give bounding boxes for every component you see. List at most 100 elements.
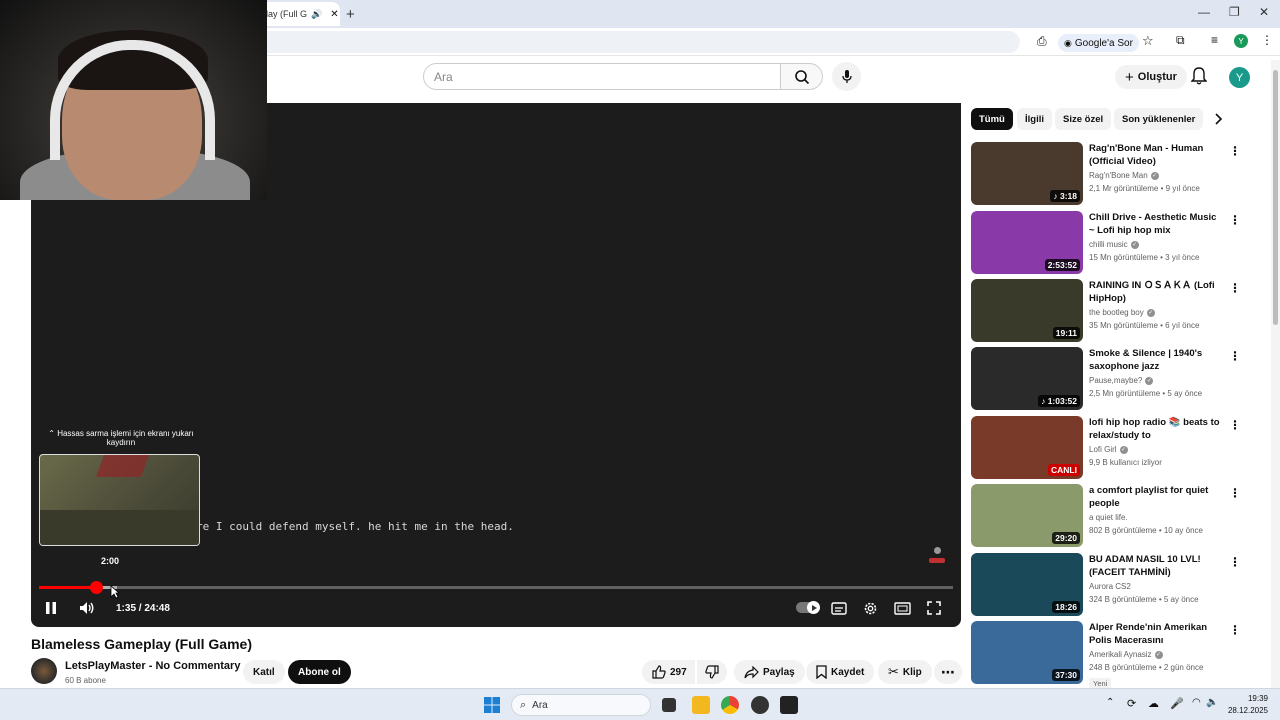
channel-avatar[interactable] — [31, 658, 57, 684]
chip-for-you[interactable]: Size özel — [1055, 108, 1112, 130]
more-horizontal-icon: ⋯ — [941, 663, 955, 680]
recommendation-title[interactable]: Alper Rende'nin Amerikan Polis Macerasın… — [1089, 621, 1221, 648]
subtitles-button[interactable] — [831, 597, 847, 619]
browser-profile-avatar[interactable]: Y — [1234, 34, 1248, 48]
windows-start-icon[interactable] — [484, 697, 500, 718]
volume-button[interactable] — [79, 597, 95, 619]
more-vertical-icon[interactable]: ⋮ — [1229, 349, 1241, 363]
recommendation-item[interactable]: 19:11 RAINING IN ＯＳＡＫＡ (Lofi HipHop) the… — [971, 279, 1251, 343]
more-vertical-icon[interactable]: ⋮ — [1229, 623, 1241, 637]
subscribe-button[interactable]: Abone ol — [288, 660, 351, 684]
notifications-button[interactable] — [1190, 67, 1208, 90]
speaker-icon[interactable]: 🔈 — [1206, 697, 1218, 708]
save-button[interactable]: Kaydet — [806, 660, 875, 684]
video-thumbnail[interactable]: 37:30 — [971, 621, 1083, 684]
video-thumbnail[interactable]: ♪ 3:18 — [971, 142, 1083, 205]
share-button[interactable]: Paylaş — [734, 660, 805, 684]
more-vertical-icon[interactable]: ⋮ — [1229, 281, 1241, 295]
scrollbar[interactable] — [1271, 60, 1280, 688]
more-vertical-icon[interactable]: ⋮ — [1229, 213, 1241, 227]
system-clock[interactable]: 19:39 28.12.2025 — [1224, 693, 1268, 717]
like-button[interactable]: 297 — [642, 660, 695, 684]
video-thumbnail[interactable]: 18:26 — [971, 553, 1083, 616]
address-input[interactable] — [200, 31, 1020, 53]
clip-label: Klip — [902, 666, 922, 678]
search-icon: ⌕ — [520, 698, 527, 711]
progress-bar[interactable] — [39, 586, 953, 589]
chevron-right-icon[interactable] — [1215, 112, 1223, 130]
subtitles-icon — [831, 601, 847, 615]
chip-all[interactable]: Tümü — [971, 108, 1013, 130]
video-thumbnail[interactable]: ♪ 1:03:52 — [971, 347, 1083, 410]
cloud-icon[interactable]: ☁ — [1148, 697, 1159, 710]
task-view-icon[interactable] — [662, 698, 676, 712]
video-thumbnail[interactable]: 29:20 — [971, 484, 1083, 547]
pause-button[interactable] — [45, 597, 57, 619]
search-input[interactable]: Ara — [423, 63, 781, 90]
browser-menu-icon[interactable]: ⋮ — [1261, 33, 1273, 47]
new-tab-button[interactable]: + — [346, 6, 355, 23]
browser-tab[interactable]: lay (Full G 🔊 ✕ — [258, 2, 340, 26]
microphone-icon[interactable]: 🎤 — [1170, 697, 1184, 710]
chevron-up-icon[interactable]: ⌃ — [1106, 697, 1114, 708]
recommendation-item[interactable]: CANLI lofi hip hop radio 📚 beats to rela… — [971, 416, 1251, 480]
app-icon[interactable] — [751, 696, 769, 714]
file-explorer-icon[interactable] — [692, 696, 710, 714]
recommendation-item[interactable]: 29:20 a comfort playlist for quiet peopl… — [971, 484, 1251, 548]
restore-icon[interactable]: ❐ — [1229, 5, 1240, 19]
taskbar-search[interactable]: ⌕ Ara — [511, 694, 651, 716]
recommendation-item[interactable]: 2:53:52 Chill Drive - Aesthetic Music ~ … — [971, 211, 1251, 275]
pause-icon — [46, 602, 56, 614]
bookmark-star-icon[interactable]: ☆ — [1142, 33, 1154, 49]
recommendation-title[interactable]: Smoke & Silence | 1940's saxophone jazz — [1089, 347, 1221, 373]
recommendation-title[interactable]: a comfort playlist for quiet people — [1089, 484, 1221, 510]
duration-badge: 37:30 — [1052, 669, 1080, 681]
recommendation-item[interactable]: 18:26 BU ADAM NASIL 10 LVL! (FACEIT TAHM… — [971, 553, 1251, 617]
recommendation-item[interactable]: ♪ 1:03:52 Smoke & Silence | 1940's saxop… — [971, 347, 1251, 411]
voice-search-button[interactable] — [832, 62, 861, 91]
more-vertical-icon[interactable]: ⋮ — [1229, 144, 1241, 158]
speaker-icon[interactable]: 🔊 — [311, 9, 322, 20]
recommendation-item[interactable]: ♪ 3:18 Rag'n'Bone Man - Human (Official … — [971, 142, 1251, 206]
chip-related[interactable]: İlgili — [1017, 108, 1052, 130]
create-button[interactable]: + Oluştur — [1115, 65, 1187, 89]
chrome-icon[interactable] — [721, 696, 739, 714]
close-tab-icon[interactable]: ✕ — [330, 9, 338, 20]
media-icon[interactable]: ≡ — [1211, 33, 1218, 47]
install-icon[interactable]: ⎙ — [1037, 34, 1047, 49]
more-vertical-icon[interactable]: ⋮ — [1229, 486, 1241, 500]
close-window-icon[interactable]: ✕ — [1259, 5, 1269, 19]
clip-button[interactable]: ✂ Klip — [878, 660, 932, 684]
video-thumbnail[interactable]: 2:53:52 — [971, 211, 1083, 274]
video-thumbnail[interactable]: CANLI — [971, 416, 1083, 479]
extensions-icon[interactable]: ⧉ — [1176, 33, 1185, 48]
autoplay-toggle[interactable] — [796, 601, 820, 614]
minimize-icon[interactable]: — — [1198, 5, 1210, 19]
dislike-button[interactable] — [697, 660, 727, 684]
video-thumbnail[interactable]: 19:11 — [971, 279, 1083, 342]
game-app-icon[interactable] — [780, 696, 798, 714]
ask-google-button[interactable]: ◉ Google'a Sor — [1058, 34, 1139, 52]
more-actions-button[interactable]: ⋯ — [934, 660, 962, 684]
channel-name[interactable]: LetsPlayMaster - No Commentary — [65, 660, 240, 672]
sync-icon[interactable]: ⟳ — [1127, 697, 1136, 710]
progress-scrubber-handle[interactable] — [90, 581, 103, 594]
join-button[interactable]: Katıl — [243, 660, 285, 684]
theater-mode-button[interactable] — [894, 597, 911, 619]
more-vertical-icon[interactable]: ⋮ — [1229, 555, 1241, 569]
recommendation-title[interactable]: BU ADAM NASIL 10 LVL! (FACEIT TAHMİNİ) — [1089, 553, 1221, 579]
search-button[interactable] — [781, 63, 823, 90]
recommendation-title[interactable]: RAINING IN ＯＳＡＫＡ (Lofi HipHop) — [1089, 279, 1221, 305]
recommendation-item[interactable]: 37:30 Alper Rende'nin Amerikan Polis Mac… — [971, 621, 1251, 689]
recommendation-title[interactable]: Chill Drive - Aesthetic Music ~ Lofi hip… — [1089, 211, 1221, 237]
fullscreen-button[interactable] — [927, 597, 941, 619]
more-vertical-icon[interactable]: ⋮ — [1229, 418, 1241, 432]
wifi-icon[interactable]: ◠ — [1192, 697, 1201, 708]
chip-recent[interactable]: Son yüklenenler — [1114, 108, 1204, 130]
settings-button[interactable] — [863, 597, 878, 619]
scrollbar-thumb[interactable] — [1273, 70, 1278, 325]
recommendation-title[interactable]: Rag'n'Bone Man - Human (Official Video) — [1089, 142, 1221, 168]
recommendation-channel: Lofi Girl ✓ — [1089, 445, 1128, 454]
account-avatar[interactable]: Y — [1229, 67, 1250, 88]
recommendation-title[interactable]: lofi hip hop radio 📚 beats to relax/stud… — [1089, 416, 1221, 442]
